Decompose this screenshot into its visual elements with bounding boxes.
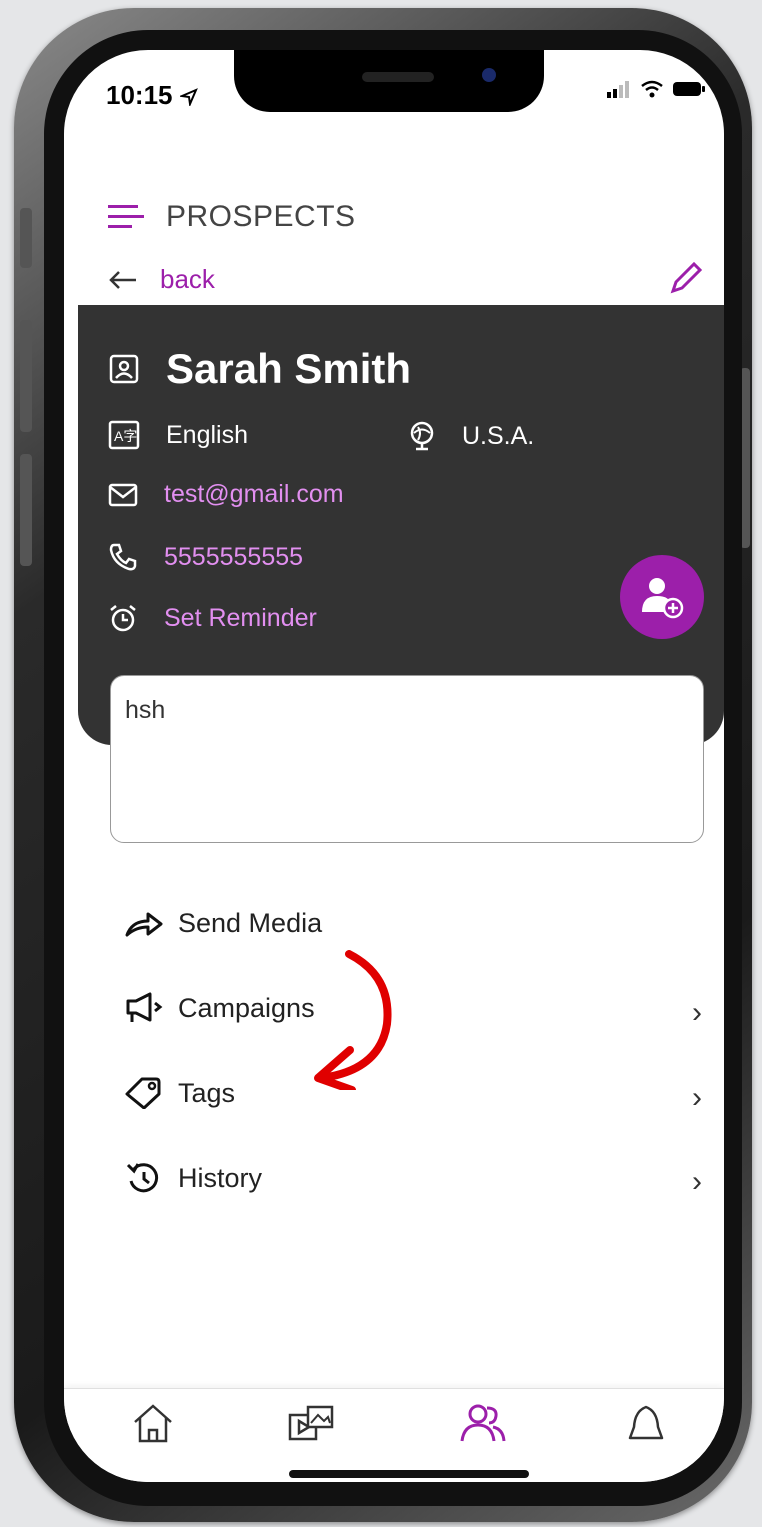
home-indicator[interactable] <box>289 1470 529 1478</box>
status-icons <box>606 80 706 98</box>
bell-icon[interactable] <box>626 1403 666 1443</box>
svg-text:A字: A字 <box>114 428 137 444</box>
globe-icon <box>410 421 434 451</box>
phone-frame: 10:15 PROSPECTS back Sarah Smith A字 Engl… <box>14 8 752 1522</box>
add-contact-button[interactable] <box>620 555 704 639</box>
translate-icon: A字 <box>108 420 140 450</box>
menu-item-send-media[interactable]: Send Media <box>124 908 322 939</box>
wifi-icon <box>641 80 663 98</box>
chevron-right-icon[interactable]: › <box>692 1081 702 1115</box>
app-screen: 10:15 PROSPECTS back Sarah Smith A字 Engl… <box>64 50 724 1482</box>
contact-name: Sarah Smith <box>166 345 412 392</box>
email-icon <box>108 483 138 506</box>
email-row[interactable]: test@gmail.com <box>108 480 344 509</box>
notch <box>234 50 544 112</box>
mute-switch <box>20 208 32 268</box>
people-icon[interactable] <box>459 1403 507 1443</box>
language-row: A字 English <box>108 420 248 450</box>
menu-item-label: History <box>178 1162 263 1193</box>
menu-item-history[interactable]: History <box>124 1161 262 1195</box>
history-icon <box>126 1163 159 1193</box>
contact-email[interactable]: test@gmail.com <box>164 480 344 509</box>
back-label[interactable]: back <box>160 264 215 295</box>
menu-item-campaigns[interactable]: Campaigns <box>124 992 315 1024</box>
reminder-row[interactable]: Set Reminder <box>108 603 317 633</box>
chevron-right-icon[interactable]: › <box>692 996 702 1030</box>
location-arrow-icon <box>178 88 198 108</box>
notes-text: hsh <box>125 696 166 724</box>
menu-item-label: Tags <box>178 1077 236 1108</box>
speaker-grille <box>362 72 434 82</box>
country-row: U.S.A. <box>408 420 534 452</box>
contact-card-icon <box>109 354 139 384</box>
add-person-icon <box>642 578 684 619</box>
annotation-arrow <box>314 950 392 1090</box>
contact-country: U.S.A. <box>462 421 535 450</box>
back-arrow-icon[interactable] <box>108 270 138 290</box>
set-reminder-link[interactable]: Set Reminder <box>164 604 317 633</box>
alarm-clock-icon <box>110 605 136 632</box>
contact-name-row: Sarah Smith <box>108 345 411 393</box>
notes-field[interactable]: hsh <box>110 675 704 843</box>
tag-icon <box>125 1077 161 1109</box>
phone-icon <box>109 543 137 571</box>
volume-down-button <box>20 454 32 566</box>
megaphone-icon <box>126 992 163 1022</box>
chevron-right-icon[interactable]: › <box>692 1165 702 1199</box>
signal-icon <box>607 81 629 98</box>
home-icon[interactable] <box>132 1403 174 1443</box>
menu-icon[interactable] <box>108 205 144 229</box>
menu-item-tags[interactable]: Tags <box>124 1077 235 1109</box>
contact-phone[interactable]: 5555555555 <box>164 543 303 572</box>
battery-icon <box>673 82 705 96</box>
status-time-text: 10:15 <box>106 80 173 110</box>
volume-up-button <box>20 320 32 432</box>
front-camera <box>482 68 496 82</box>
back-button[interactable]: back <box>108 264 215 295</box>
share-arrow-icon <box>125 912 163 936</box>
bottom-tab-bar <box>64 1388 724 1482</box>
menu-item-label: Send Media <box>178 908 323 938</box>
app-header: PROSPECTS <box>108 200 356 234</box>
page-title: PROSPECTS <box>166 200 356 233</box>
edit-pencil-icon[interactable] <box>668 260 704 296</box>
media-icon[interactable] <box>286 1403 338 1443</box>
phone-row[interactable]: 5555555555 <box>108 542 303 572</box>
contact-language: English <box>166 420 248 449</box>
status-time: 10:15 <box>106 80 198 111</box>
